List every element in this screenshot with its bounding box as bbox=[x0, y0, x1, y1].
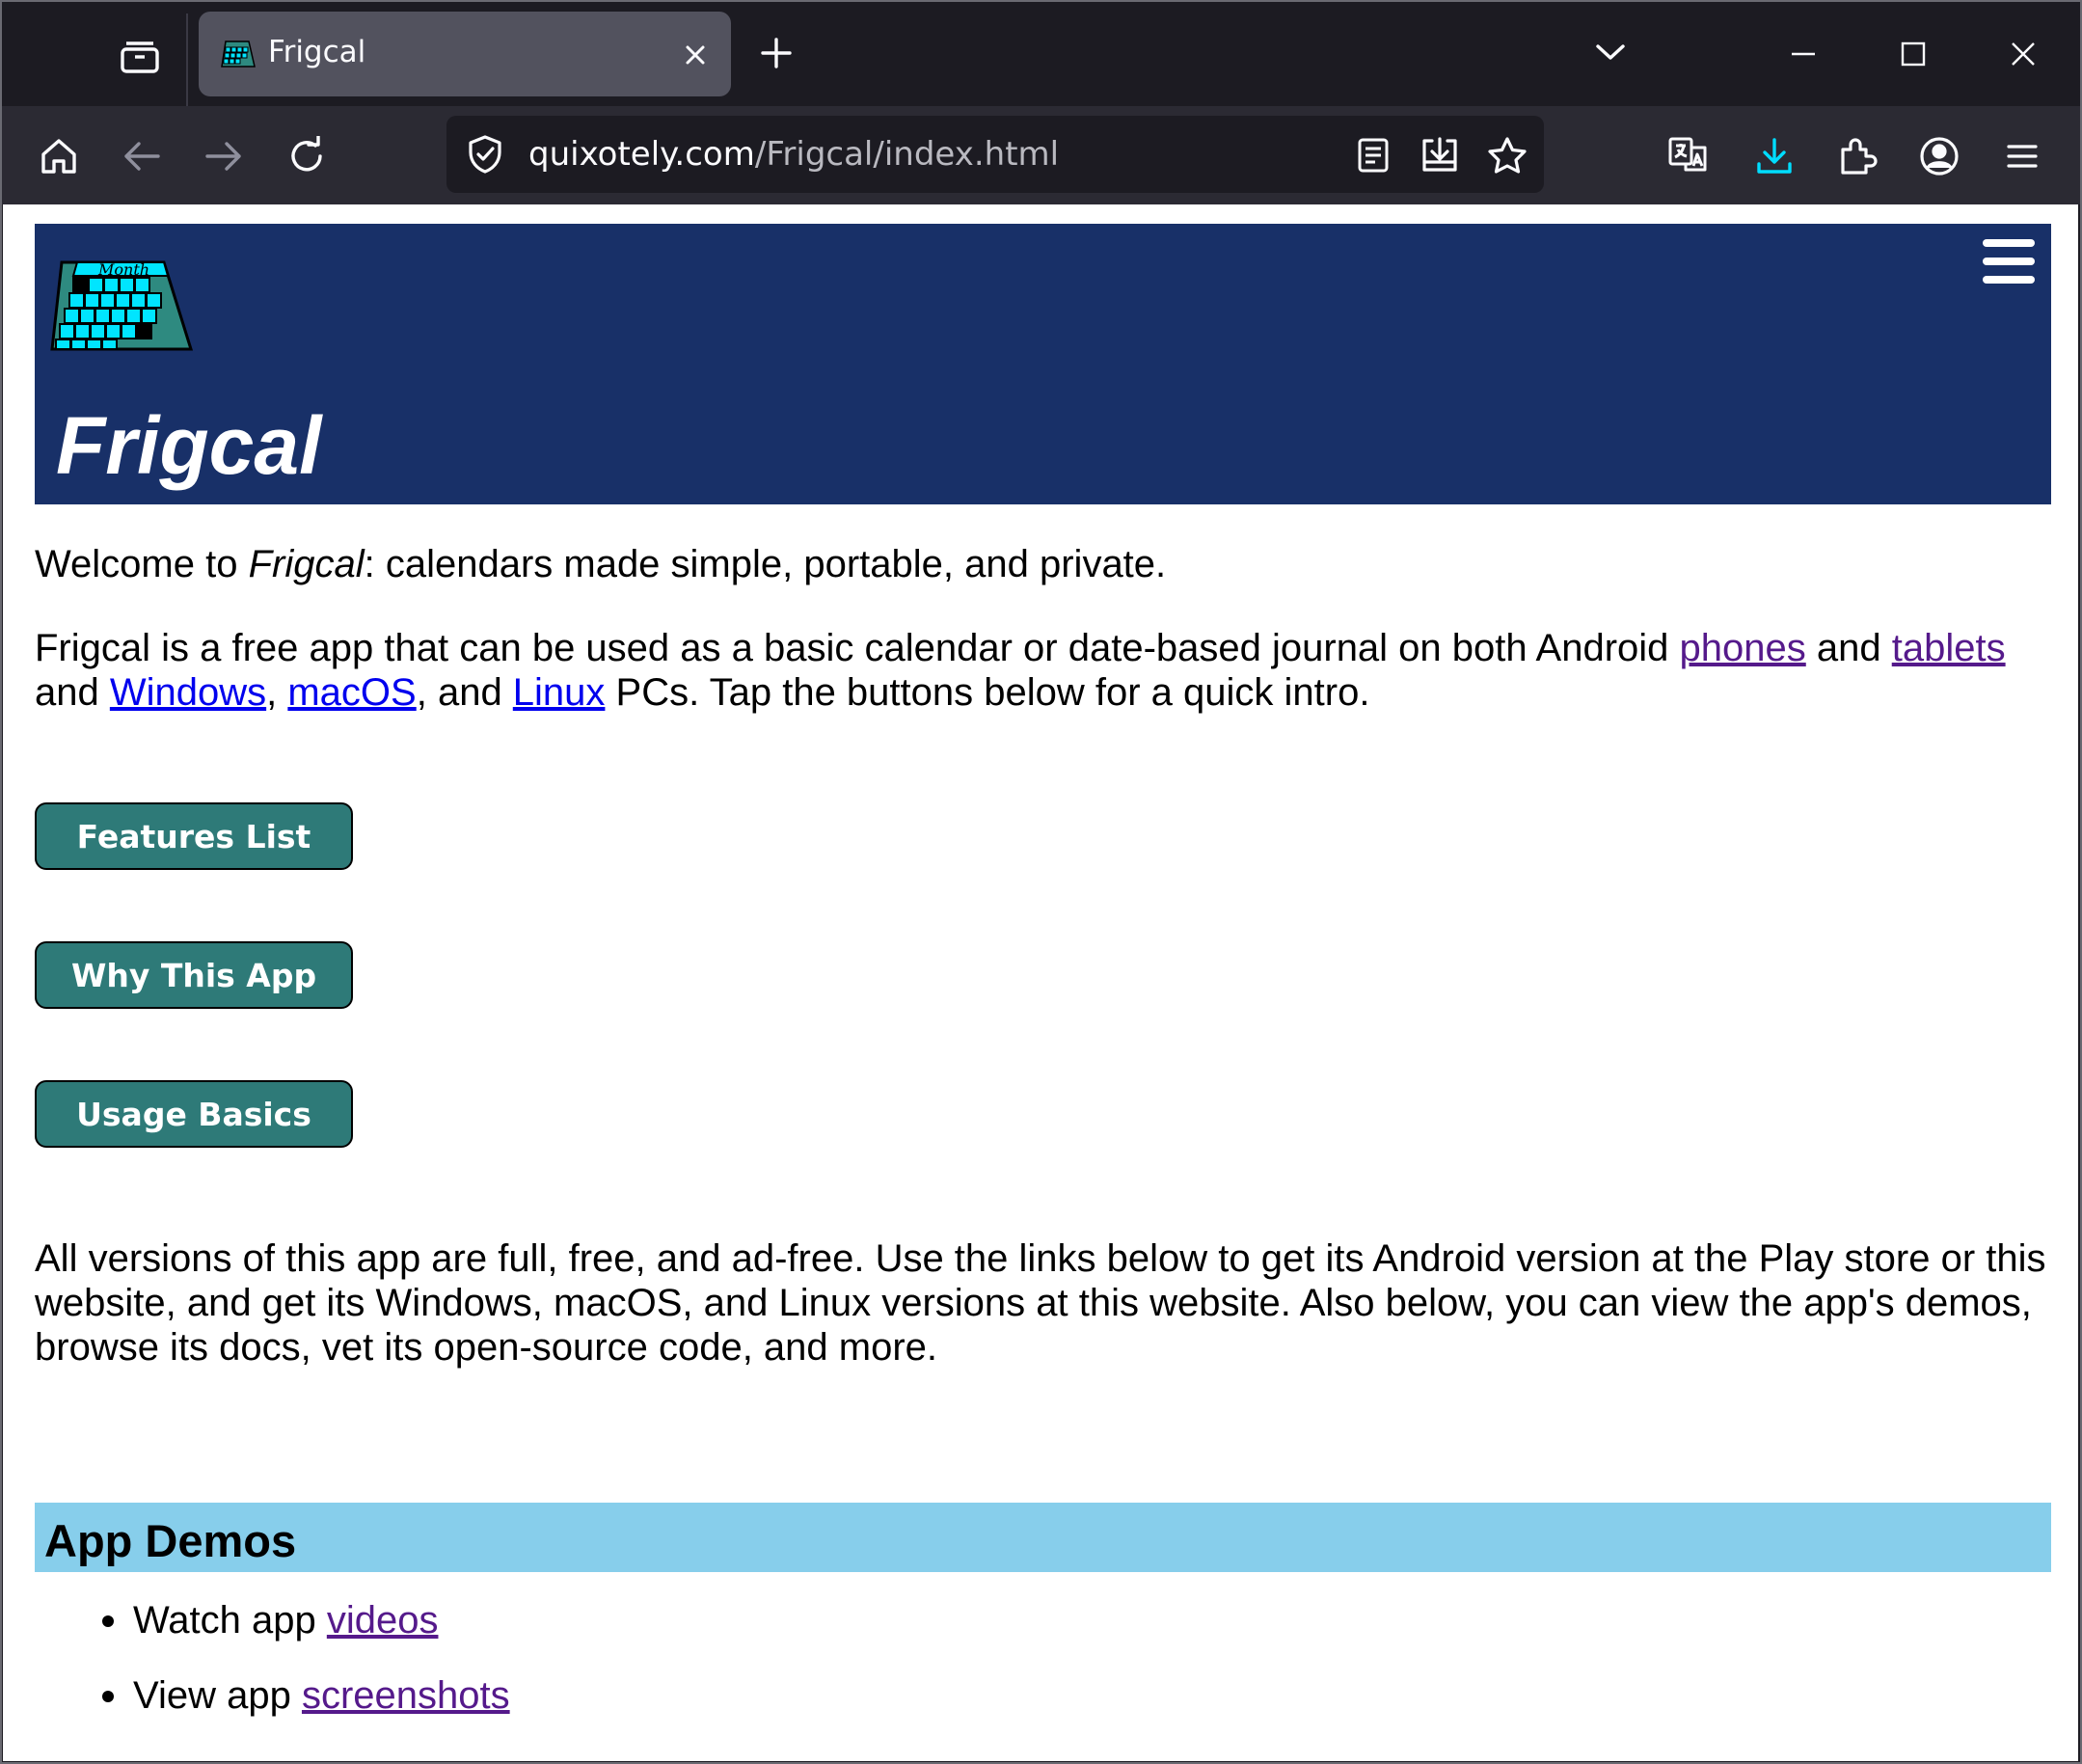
forward-icon bbox=[205, 142, 241, 171]
site-header: Month Frigcal bbox=[35, 224, 2051, 504]
bullet-icon bbox=[102, 1691, 114, 1702]
videos-link[interactable]: videos bbox=[327, 1599, 439, 1642]
page-content: Month Frigcal Welcome to Frigcal: calend… bbox=[3, 204, 2078, 1761]
intro-text: , and bbox=[416, 671, 513, 714]
macos-link[interactable]: macOS bbox=[287, 671, 416, 714]
save-page-icon bbox=[1422, 137, 1457, 172]
close-window-icon bbox=[2012, 42, 2035, 66]
tab-frigcal[interactable]: Frigcal bbox=[199, 12, 731, 96]
linux-link[interactable]: Linux bbox=[513, 671, 606, 714]
new-tab-button[interactable] bbox=[752, 29, 800, 77]
maximize-icon bbox=[1901, 41, 1926, 67]
home-icon bbox=[41, 139, 76, 174]
intro-text: and bbox=[1805, 627, 1892, 669]
chevron-down-icon bbox=[1596, 44, 1625, 60]
back-button[interactable] bbox=[113, 127, 171, 185]
list-item-text: Watch app bbox=[133, 1599, 327, 1642]
menu-bar-icon bbox=[1983, 258, 2035, 265]
list-item: View app screenshots bbox=[66, 1673, 510, 1749]
phones-link[interactable]: phones bbox=[1680, 627, 1806, 669]
intro-text: PCs. Tap the buttons below for a quick i… bbox=[605, 671, 1370, 714]
extensions-icon bbox=[1841, 138, 1878, 175]
windows-link[interactable]: Windows bbox=[110, 671, 266, 714]
menu-icon bbox=[2007, 145, 2038, 168]
translate-button[interactable] bbox=[1660, 127, 1717, 185]
account-icon bbox=[1920, 137, 1959, 176]
navigation-toolbar: quixotely.com/Frigcal/index.html bbox=[0, 106, 2082, 204]
list-item-text: View app bbox=[133, 1674, 302, 1717]
frigcal-logo-icon[interactable]: Month bbox=[50, 255, 195, 353]
intro-text: Frigcal is a free app that can be used a… bbox=[35, 627, 1680, 669]
intro-paragraph: Frigcal is a free app that can be used a… bbox=[35, 626, 2051, 715]
star-icon bbox=[1488, 137, 1527, 174]
list-all-tabs-button[interactable] bbox=[1589, 31, 1632, 73]
url-domain: quixotely.com bbox=[528, 135, 755, 174]
save-to-pocket-button[interactable] bbox=[1417, 132, 1463, 178]
tablets-link[interactable]: tablets bbox=[1892, 627, 2006, 669]
reader-view-icon bbox=[1358, 138, 1389, 173]
svg-text:Month: Month bbox=[97, 260, 149, 279]
maximize-button[interactable] bbox=[1886, 27, 1940, 81]
shield-icon bbox=[469, 135, 501, 174]
reload-icon bbox=[291, 136, 322, 172]
menu-bar-icon bbox=[1983, 239, 2035, 247]
site-title: Frigcal bbox=[56, 400, 322, 491]
welcome-paragraph: Welcome to Frigcal: calendars made simpl… bbox=[35, 542, 1166, 586]
browser-window: Frigcal quixotely.com/Frigcal/index.html… bbox=[0, 0, 2082, 1764]
app-menu-button[interactable] bbox=[1993, 127, 2051, 185]
bookmark-button[interactable] bbox=[1484, 132, 1530, 178]
reader-view-button[interactable] bbox=[1350, 132, 1396, 178]
downloads-icon bbox=[1757, 138, 1792, 174]
close-window-button[interactable] bbox=[1996, 27, 2050, 81]
downloads-button[interactable] bbox=[1745, 127, 1803, 185]
intro-text: , bbox=[266, 671, 288, 714]
tab-title: Frigcal bbox=[268, 35, 366, 69]
translate-icon bbox=[1668, 137, 1707, 172]
forward-button[interactable] bbox=[195, 127, 253, 185]
versions-paragraph: All versions of this app are full, free,… bbox=[35, 1237, 2046, 1369]
app-demos-section-header: App Demos bbox=[35, 1503, 2051, 1572]
url-bar[interactable]: quixotely.com/Frigcal/index.html bbox=[446, 116, 1544, 193]
tab-strip: Frigcal bbox=[0, 0, 2082, 106]
welcome-suffix: : calendars made simple, portable, and p… bbox=[364, 543, 1167, 585]
features-list-button[interactable]: Features List bbox=[35, 802, 353, 870]
welcome-app-name: Frigcal bbox=[248, 543, 365, 585]
why-this-app-button[interactable]: Why This App bbox=[35, 941, 353, 1009]
bullet-icon bbox=[102, 1615, 114, 1627]
close-icon bbox=[686, 45, 705, 65]
site-menu-button[interactable] bbox=[1983, 239, 2035, 293]
url-path: /Frigcal/index.html bbox=[754, 135, 1060, 174]
reload-button[interactable] bbox=[278, 127, 336, 185]
tab-strip-separator bbox=[186, 14, 188, 106]
url-text[interactable]: quixotely.com/Frigcal/index.html bbox=[528, 135, 1059, 174]
tab-close-button[interactable] bbox=[679, 39, 712, 71]
list-item: Watch app videos bbox=[66, 1598, 510, 1673]
welcome-prefix: Welcome to bbox=[35, 543, 249, 585]
account-button[interactable] bbox=[1910, 127, 1968, 185]
tab-manager-button[interactable] bbox=[111, 29, 169, 82]
section-title: App Demos bbox=[44, 1515, 297, 1566]
minimize-icon bbox=[1792, 52, 1815, 56]
app-demos-list: Watch app videos View app screenshots bbox=[66, 1598, 510, 1749]
back-icon bbox=[124, 142, 160, 171]
usage-basics-button[interactable]: Usage Basics bbox=[35, 1080, 353, 1148]
frigcal-favicon-icon bbox=[221, 41, 256, 68]
tab-manager-icon bbox=[121, 41, 159, 73]
extensions-button[interactable] bbox=[1828, 127, 1886, 185]
minimize-button[interactable] bbox=[1776, 27, 1830, 81]
tracking-protection-button[interactable] bbox=[464, 133, 506, 176]
menu-bar-icon bbox=[1983, 276, 2035, 284]
intro-text: and bbox=[35, 671, 110, 714]
screenshots-link[interactable]: screenshots bbox=[302, 1674, 510, 1717]
home-button[interactable] bbox=[30, 127, 88, 185]
plus-icon bbox=[761, 38, 792, 68]
